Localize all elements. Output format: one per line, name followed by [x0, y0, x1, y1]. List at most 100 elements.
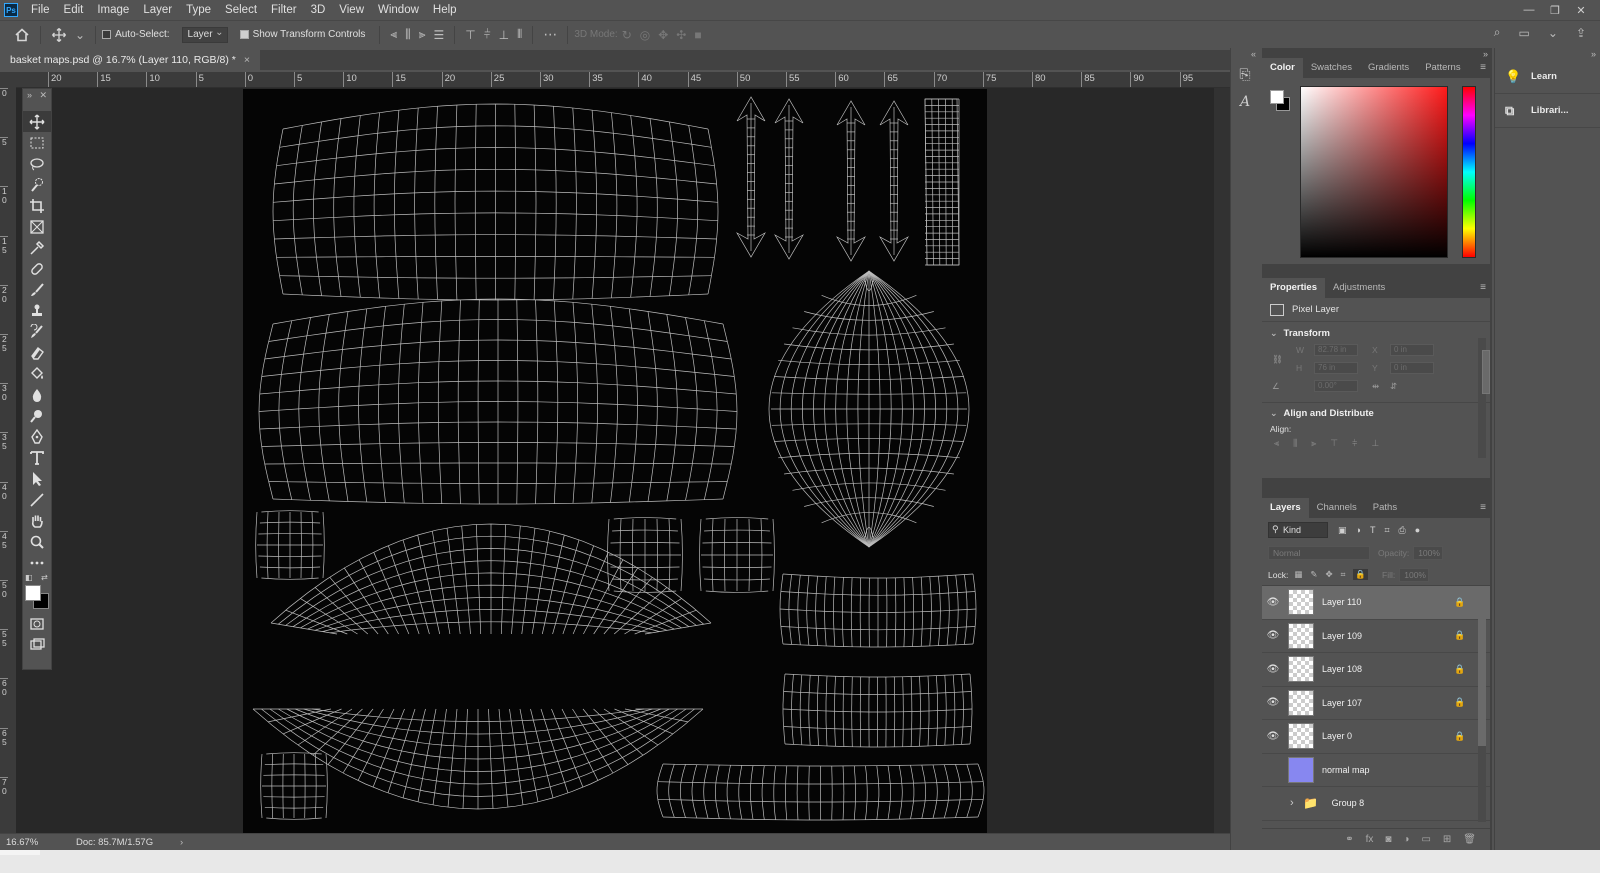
layer-name[interactable]: normal map — [1322, 765, 1452, 775]
eraser-tool[interactable] — [23, 342, 51, 363]
tab-patterns[interactable]: Patterns — [1417, 58, 1468, 78]
align-bottom-edges-icon[interactable]: ⊥ — [499, 28, 509, 42]
restore-button[interactable]: ❐ — [1542, 4, 1568, 17]
dodge-tool[interactable] — [23, 405, 51, 426]
status-menu-arrow[interactable]: › — [180, 837, 183, 848]
quick-mask-button[interactable] — [23, 613, 51, 634]
zoom-level[interactable]: 16.67% — [0, 837, 60, 848]
character-panel-button[interactable]: A — [1231, 88, 1259, 116]
align-middle-icon[interactable]: ⫩ — [1352, 438, 1357, 449]
layer-name[interactable]: Group 8 — [1332, 798, 1452, 808]
eyedropper-tool[interactable] — [23, 237, 51, 258]
layer-row[interactable]: 👁 Layer 107 🔒 — [1262, 687, 1490, 720]
search-icon[interactable]: ⌕ — [1494, 25, 1501, 40]
history-brush-tool[interactable] — [23, 321, 51, 342]
layer-row[interactable]: 👁 Layer 0 🔒 — [1262, 720, 1490, 754]
y-field[interactable]: 0 in — [1390, 362, 1434, 374]
slide-3d-icon[interactable]: ✣ — [676, 28, 686, 42]
hand-tool[interactable] — [23, 510, 51, 531]
layers-scrollbar[interactable] — [1478, 596, 1486, 822]
opacity-field[interactable]: 100% — [1413, 546, 1444, 560]
menu-image[interactable]: Image — [90, 0, 136, 20]
screen-mode-button[interactable] — [23, 634, 51, 655]
distribute-horizontal-icon[interactable]: ⦀ — [517, 27, 522, 42]
share-icon[interactable]: ⇪ — [1576, 26, 1586, 40]
align-section-header[interactable]: ⌄ Align and Distribute — [1262, 402, 1490, 424]
filter-kind-dropdown[interactable]: Kind — [1268, 522, 1328, 538]
layer-row[interactable]: 👁 Layer 108 🔒 — [1262, 653, 1490, 687]
filter-adjustment-icon[interactable]: ◑ — [1356, 525, 1361, 536]
angle-field[interactable]: 0.00° — [1314, 380, 1358, 392]
properties-scrollbar[interactable] — [1478, 338, 1490, 458]
healing-brush-tool[interactable] — [23, 258, 51, 279]
swap-colors-icon[interactable]: ⇄ — [41, 573, 48, 582]
move-tool[interactable] — [23, 111, 51, 132]
visibility-eye-icon[interactable]: 👁 — [1262, 664, 1284, 675]
line-tool[interactable] — [23, 489, 51, 510]
lock-transparent-icon[interactable]: ▦ — [1294, 569, 1302, 580]
filter-pixel-icon[interactable]: ▣ — [1338, 525, 1347, 536]
path-selection-tool[interactable] — [23, 468, 51, 489]
canvas-area[interactable] — [16, 88, 1214, 833]
expand-panel-icon[interactable]: » — [27, 89, 32, 101]
brush-tool[interactable] — [23, 279, 51, 300]
marquee-tool[interactable] — [23, 132, 51, 153]
visibility-eye-icon[interactable]: 👁 — [1262, 697, 1284, 708]
close-window-button[interactable]: ✕ — [1568, 4, 1594, 17]
align-left-icon[interactable]: ⫷ — [1274, 438, 1279, 449]
layer-name[interactable]: Layer 0 — [1322, 731, 1452, 741]
panel-menu-icon[interactable]: ≡ — [1480, 62, 1486, 73]
link-layers-icon[interactable]: ⚭ — [1345, 834, 1353, 845]
drag-3d-icon[interactable]: ✥ — [658, 28, 668, 42]
filter-shape-icon[interactable]: ⌗ — [1384, 525, 1389, 536]
tab-channels[interactable]: Channels — [1309, 498, 1365, 518]
tab-paths[interactable]: Paths — [1365, 498, 1405, 518]
layer-style-icon[interactable]: fx — [1366, 834, 1374, 845]
tab-properties[interactable]: Properties — [1262, 278, 1325, 298]
layer-name[interactable]: Layer 110 — [1322, 597, 1452, 607]
layer-row[interactable]: 👁 › 📁 Group 8 — [1262, 787, 1490, 821]
type-tool[interactable] — [23, 447, 51, 468]
align-right-edges-icon[interactable]: ⫸ — [419, 27, 426, 42]
tab-adjustments[interactable]: Adjustments — [1325, 278, 1393, 298]
minimize-button[interactable]: — — [1516, 4, 1542, 16]
menu-view[interactable]: View — [332, 0, 371, 20]
ruler-origin[interactable] — [0, 72, 16, 88]
layer-row[interactable]: 👁 Layer 109 🔒 — [1262, 620, 1490, 653]
edit-toolbar-button[interactable] — [23, 552, 51, 573]
menu-layer[interactable]: Layer — [136, 0, 179, 20]
layer-name[interactable]: Layer 108 — [1322, 664, 1452, 674]
menu-filter[interactable]: Filter — [264, 0, 304, 20]
menu-type[interactable]: Type — [179, 0, 218, 20]
learn-panel-button[interactable]: 💡 Learn — [1495, 60, 1600, 94]
flip-vertical-icon[interactable]: ⇵ — [1390, 381, 1434, 392]
hue-slider[interactable] — [1462, 86, 1476, 258]
canvas-vertical-scrollbar[interactable] — [1214, 88, 1230, 833]
visibility-eye-icon[interactable]: 👁 — [1262, 731, 1284, 742]
x-field[interactable]: 0 in — [1390, 344, 1434, 356]
show-transform-checkbox[interactable] — [239, 30, 249, 39]
menu-select[interactable]: Select — [218, 0, 264, 20]
add-mask-icon[interactable]: ◙ — [1385, 834, 1391, 845]
history-panel-button[interactable]: ⎘ — [1231, 60, 1259, 88]
collapse-column-icon[interactable]: » — [1495, 48, 1600, 60]
paint-bucket-tool[interactable] — [23, 363, 51, 384]
frame-tool[interactable] — [23, 216, 51, 237]
align-top-edges-icon[interactable]: ⊤ — [465, 28, 475, 42]
default-colors-icon[interactable]: ◧ — [25, 573, 33, 582]
panel-menu-icon[interactable]: ≡ — [1480, 502, 1486, 513]
transform-section-header[interactable]: ⌄ Transform — [1262, 322, 1490, 344]
orbit-3d-icon[interactable]: ↻ — [622, 28, 632, 42]
move-tool-preset-icon[interactable] — [49, 25, 69, 45]
width-field[interactable]: 82.78 in — [1314, 344, 1358, 356]
tab-color[interactable]: Color — [1262, 58, 1303, 78]
align-horizontal-centers-icon[interactable]: ⫼ — [405, 27, 411, 42]
libraries-panel-button[interactable]: ⧉ Librari... — [1495, 94, 1600, 128]
lock-all-icon[interactable]: 🔒 — [1353, 569, 1368, 580]
lock-image-icon[interactable]: ✎ — [1310, 569, 1317, 580]
distribute-vertical-icon[interactable]: ☰ — [433, 28, 444, 42]
new-layer-icon[interactable]: ⊞ — [1443, 834, 1451, 845]
layer-name[interactable]: Layer 109 — [1322, 631, 1452, 641]
fill-field[interactable]: 100% — [1399, 567, 1430, 582]
new-adjustment-icon[interactable]: ◑ — [1403, 834, 1409, 845]
